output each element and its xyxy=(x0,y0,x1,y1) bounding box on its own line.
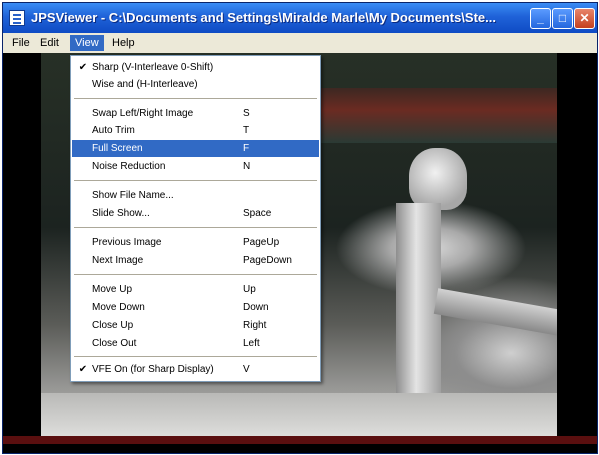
menu-item-shortcut: Left xyxy=(243,338,260,349)
menu-item-label: Slide Show... xyxy=(92,208,150,219)
menu-item-auto-trim[interactable]: Auto Trim T xyxy=(72,122,319,139)
photo-roof xyxy=(321,88,557,143)
menu-item-wise[interactable]: Wise and (H-Interleave) xyxy=(72,76,319,93)
menu-item-label: Wise and (H-Interleave) xyxy=(92,79,198,90)
checkmark-icon: ✔ xyxy=(78,364,88,375)
photo-railing xyxy=(433,288,557,336)
menu-item-previous-image[interactable]: Previous Image PageUp xyxy=(72,234,319,251)
menu-item-label: Close Up xyxy=(92,320,134,331)
photo-step xyxy=(41,393,557,441)
menu-item-shortcut: Up xyxy=(243,284,256,295)
menu-separator xyxy=(74,227,317,228)
menu-item-show-file-name[interactable]: Show File Name... xyxy=(72,187,319,204)
menu-item-label: Auto Trim xyxy=(92,125,135,136)
menu-item-label: Previous Image xyxy=(92,237,162,248)
menu-item-shortcut: S xyxy=(243,108,250,119)
menu-item-shortcut: N xyxy=(243,161,251,172)
menu-separator xyxy=(74,356,317,357)
menu-item-label: Swap Left/Right Image xyxy=(92,108,194,119)
viewport-bottom-strip xyxy=(3,436,597,444)
checkmark-icon: ✔ xyxy=(78,62,88,73)
menu-item-shortcut: PageDown xyxy=(243,255,292,266)
menu-edit[interactable]: Edit xyxy=(35,35,64,51)
menu-item-label: Next Image xyxy=(92,255,144,266)
menu-item-move-down[interactable]: Move Down Down xyxy=(72,299,319,316)
view-menu-dropdown: ✔ Sharp (V-Interleave 0-Shift) Wise and … xyxy=(70,55,321,382)
menu-item-shortcut: F xyxy=(243,143,250,154)
title-bar[interactable]: JPSViewer - C:\Documents and Settings\Mi… xyxy=(3,3,597,33)
menu-item-label: Sharp (V-Interleave 0-Shift) xyxy=(92,62,214,73)
close-button[interactable]: ✕ xyxy=(574,8,595,29)
menu-item-next-image[interactable]: Next Image PageDown xyxy=(72,252,319,269)
app-icon[interactable] xyxy=(9,10,25,26)
menu-item-shortcut: PageUp xyxy=(243,237,280,248)
menu-item-close-up[interactable]: Close Up Right xyxy=(72,317,319,334)
menu-item-label: Noise Reduction xyxy=(92,161,166,172)
menu-item-label: VFE On (for Sharp Display) xyxy=(92,364,214,375)
menu-item-label: Show File Name... xyxy=(92,190,174,201)
menu-item-label: Full Screen xyxy=(92,143,143,154)
window-title: JPSViewer - C:\Documents and Settings\Mi… xyxy=(31,10,496,25)
menu-item-noise-reduction[interactable]: Noise Reduction N xyxy=(72,158,319,175)
menu-item-move-up[interactable]: Move Up Up xyxy=(72,281,319,298)
menu-item-label: Move Up xyxy=(92,284,133,295)
maximize-button[interactable]: □ xyxy=(552,8,573,29)
menu-item-slide-show[interactable]: Slide Show... Space xyxy=(72,205,319,222)
menu-separator xyxy=(74,274,317,275)
menu-help[interactable]: Help xyxy=(107,35,140,51)
menu-item-label: Close Out xyxy=(92,338,137,349)
menu-item-swap[interactable]: Swap Left/Right Image S xyxy=(72,105,319,122)
menu-bar: File Edit View Help xyxy=(3,33,597,53)
menu-item-close-out[interactable]: Close Out Left xyxy=(72,335,319,352)
minimize-button[interactable]: _ xyxy=(530,8,551,29)
menu-item-sharp[interactable]: ✔ Sharp (V-Interleave 0-Shift) xyxy=(72,59,319,76)
menu-item-shortcut: V xyxy=(243,364,250,375)
menu-separator xyxy=(74,180,317,181)
menu-view[interactable]: View xyxy=(70,35,104,51)
menu-item-label: Move Down xyxy=(92,302,145,313)
menu-item-shortcut: Space xyxy=(243,208,272,219)
menu-separator xyxy=(74,98,317,99)
menu-item-shortcut: Right xyxy=(243,320,267,331)
menu-item-shortcut: T xyxy=(243,125,250,136)
menu-file[interactable]: File xyxy=(7,35,35,51)
menu-item-full-screen[interactable]: Full Screen F xyxy=(72,140,319,157)
photo-lion-statue xyxy=(409,148,467,210)
menu-item-shortcut: Down xyxy=(243,302,269,313)
menu-item-vfe-on[interactable]: ✔ VFE On (for Sharp Display) V xyxy=(72,361,319,378)
app-window: JPSViewer - C:\Documents and Settings\Mi… xyxy=(2,2,598,454)
